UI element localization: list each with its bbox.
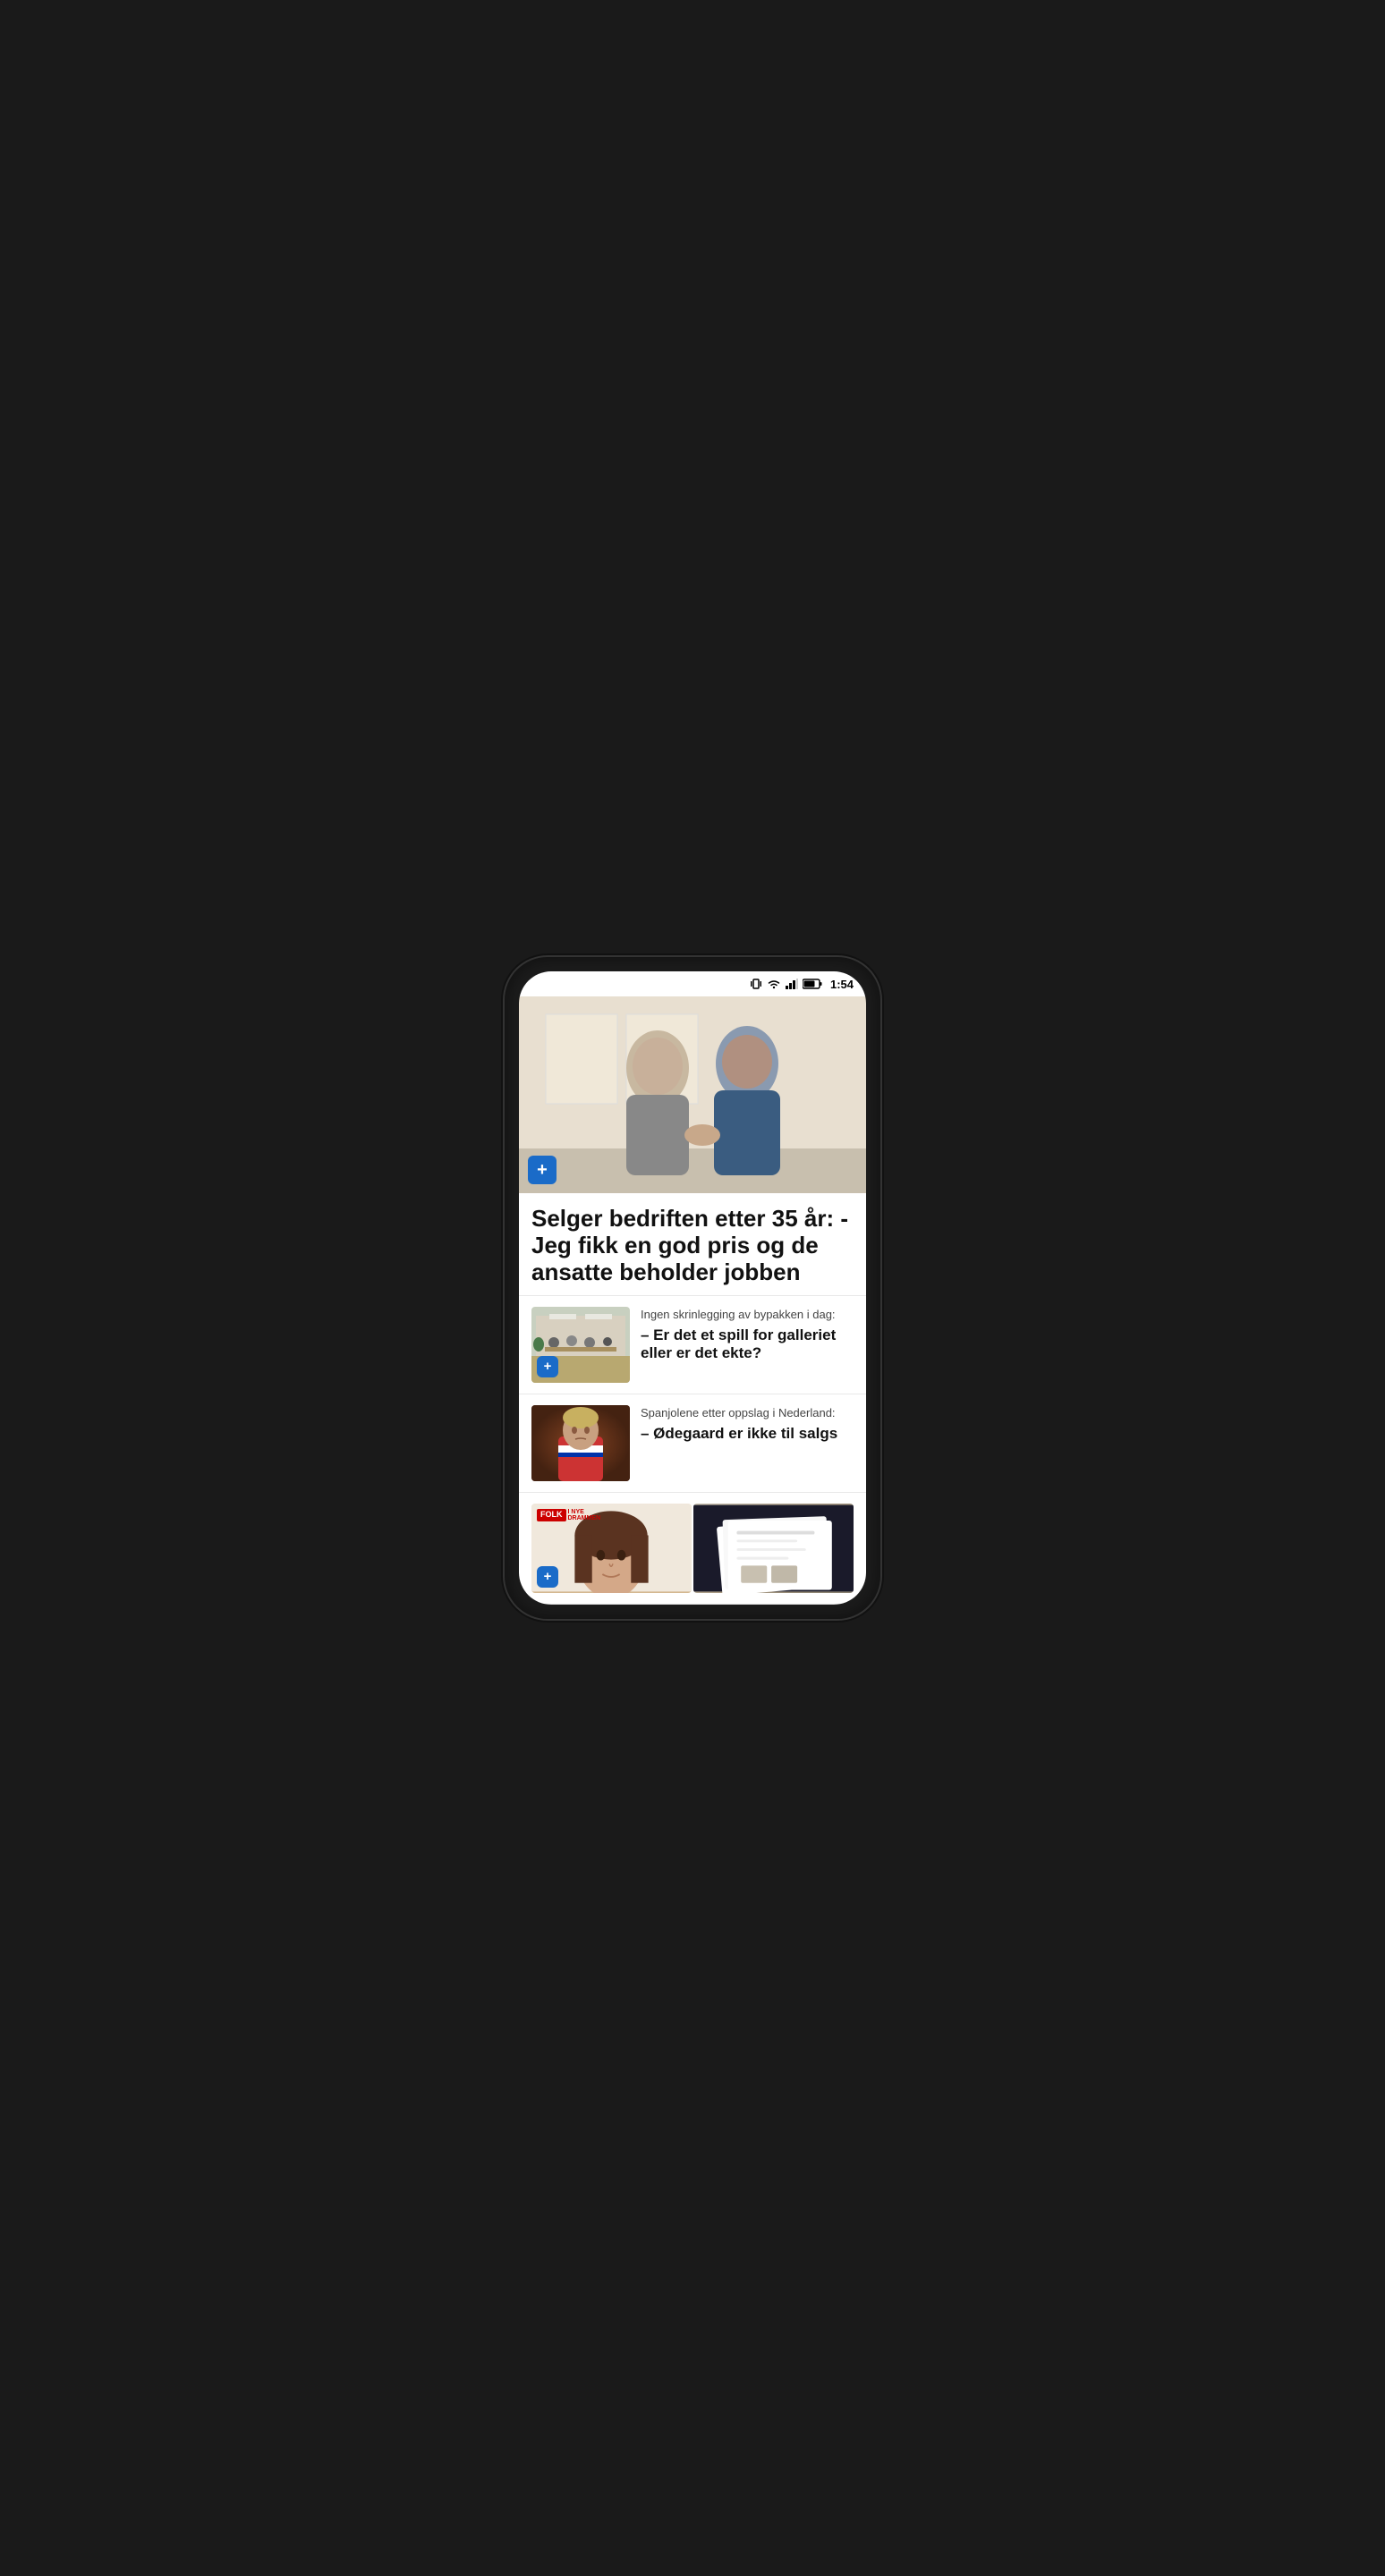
article-item-1[interactable]: + Ingen skrinlegging av bypakken i dag: … xyxy=(519,1295,866,1394)
football-player-illustration xyxy=(531,1405,630,1481)
signal-icon xyxy=(786,979,798,989)
article-intro-1: Ingen skrinlegging av bypakken i dag: xyxy=(641,1307,854,1323)
battery-icon xyxy=(803,979,822,989)
article-thumb-1: + xyxy=(531,1307,630,1383)
main-headline-text: Selger bedriften etter 35 år: - Jeg fikk… xyxy=(531,1206,854,1286)
folk-logo-part2: I NYE xyxy=(568,1509,601,1516)
articles-grid: FOLK I NYE DRAMMEN + xyxy=(519,1492,866,1604)
main-article[interactable]: Selger bedriften etter 35 år: - Jeg fikk… xyxy=(519,1193,866,1295)
article-headline-2: – Ødegaard er ikke til salgs xyxy=(641,1425,854,1443)
folk-logo: FOLK I NYE DRAMMEN xyxy=(537,1509,600,1522)
article-text-2: Spanjolene etter oppslag i Nederland: – … xyxy=(641,1405,854,1444)
bottom-nav: Forsiden Sport xyxy=(519,1604,866,1605)
phone-screen: 1:54 xyxy=(519,971,866,1605)
plus-badge-grid-1: + xyxy=(537,1566,558,1588)
wifi-icon xyxy=(767,979,781,989)
status-bar: 1:54 xyxy=(519,971,866,996)
plus-badge-1: + xyxy=(537,1356,558,1377)
plus-badge-hero: + xyxy=(528,1156,557,1184)
hero-image: + xyxy=(519,996,866,1193)
hero-illustration xyxy=(519,996,866,1193)
phone-frame: 1:54 xyxy=(505,957,880,1619)
article-intro-2: Spanjolene etter oppslag i Nederland: xyxy=(641,1405,854,1421)
vibrate-icon xyxy=(750,978,762,990)
grid-article-1[interactable]: FOLK I NYE DRAMMEN + xyxy=(531,1504,692,1593)
article-headline-1: – Er det et spill for galleriet eller er… xyxy=(641,1326,854,1363)
status-icons: 1:54 xyxy=(750,978,854,991)
time-display: 1:54 xyxy=(830,978,854,991)
folk-logo-part1: FOLK xyxy=(540,1510,563,1519)
grid-article-2[interactable] xyxy=(693,1504,854,1593)
papers-illustration xyxy=(693,1504,854,1593)
article-text-1: Ingen skrinlegging av bypakken i dag: – … xyxy=(641,1307,854,1363)
article-item-2[interactable]: Spanjolene etter oppslag i Nederland: – … xyxy=(519,1394,866,1492)
article-thumb-2 xyxy=(531,1405,630,1481)
screen-content[interactable]: + Selger bedriften etter 35 år: - Jeg fi… xyxy=(519,996,866,1605)
folk-logo-part3: DRAMMEN xyxy=(568,1515,601,1522)
